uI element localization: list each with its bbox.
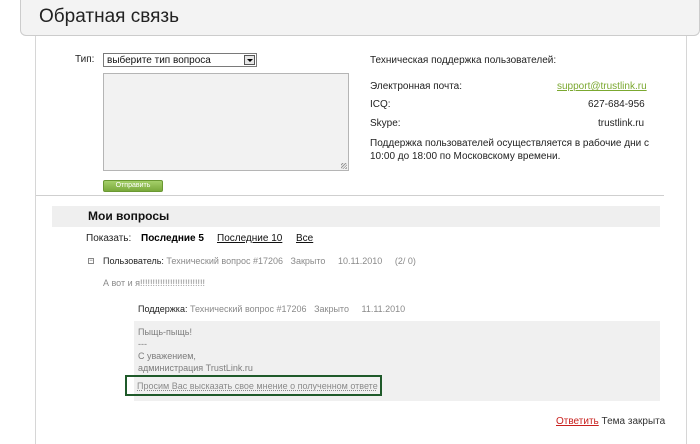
question-type-select-value: выберите тип вопроса: [107, 55, 211, 66]
icq-label: ICQ:: [370, 99, 391, 110]
content-frame-right-border: [686, 36, 687, 444]
email-label: Электронная почта:: [370, 81, 463, 92]
question-date: 10.11.2010: [337, 256, 383, 266]
icq-value: 627-684-956: [588, 99, 645, 110]
support-hours-line2: 10:00 до 18:00 по Московскому времени.: [370, 151, 561, 162]
reply-line-1: Пыщь-пыщь!: [138, 327, 192, 337]
question-body: А вот и я!!!!!!!!!!!!!!!!!!!!!!!!!!: [103, 278, 206, 288]
tab-all[interactable]: Все: [296, 233, 313, 244]
question-actions: Ответить Тема закрыта: [556, 416, 665, 427]
reply-status: Закрыто: [314, 304, 349, 314]
topic-closed-text: Тема закрыта: [601, 416, 666, 427]
support-hours-line1: Поддержка пользователей осуществляется в…: [370, 138, 649, 149]
section-divider: [36, 195, 664, 196]
content-frame-left-border: [35, 36, 36, 444]
reply-link[interactable]: Ответить: [556, 416, 599, 427]
reply-date: 11.11.2010: [361, 304, 406, 314]
support-email-link[interactable]: support@trustlink.ru: [557, 81, 647, 92]
resize-grip-icon[interactable]: [341, 163, 347, 169]
message-textarea[interactable]: [103, 73, 349, 171]
send-button[interactable]: Отправить: [103, 180, 163, 192]
question-type-select[interactable]: выберите тип вопроса: [103, 53, 257, 67]
page-header: Обратная связь: [20, 0, 700, 36]
question-subject: Технический вопрос #17206: [166, 256, 284, 266]
reply-author-label: Поддержка:: [138, 304, 188, 314]
collapse-icon[interactable]: −: [88, 258, 94, 264]
tab-last-5[interactable]: Последние 5: [141, 233, 204, 244]
question-author-label: Пользователь:: [103, 256, 164, 266]
support-heading: Техническая поддержка пользователей:: [370, 55, 557, 66]
page-title: Обратная связь: [39, 6, 179, 27]
question-count: (2/ 0): [394, 256, 416, 266]
rate-answer-link[interactable]: Просим Вас высказать свое мнение о получ…: [137, 381, 378, 391]
question-status: Закрыто: [290, 256, 326, 266]
chevron-down-icon[interactable]: [244, 55, 255, 65]
type-label: Тип:: [75, 54, 95, 65]
tab-last-10[interactable]: Последние 10: [217, 233, 282, 244]
my-questions-title: Мои вопросы: [88, 209, 170, 223]
my-questions-header: Мои вопросы: [52, 206, 660, 227]
reply-line-4: администрация TrustLink.ru: [138, 363, 253, 373]
reply-subject: Технический вопрос #17206: [189, 304, 307, 314]
question-row[interactable]: Пользователь: Технический вопрос #17206 …: [103, 256, 416, 266]
skype-label: Skype:: [370, 118, 401, 129]
reply-line-3: С уважением,: [138, 351, 196, 361]
skype-value: trustlink.ru: [598, 118, 645, 129]
reply-line-2: ---: [138, 339, 147, 349]
show-label: Показать:: [86, 233, 132, 244]
reply-header: Поддержка: Технический вопрос #17206 Зак…: [138, 304, 405, 314]
